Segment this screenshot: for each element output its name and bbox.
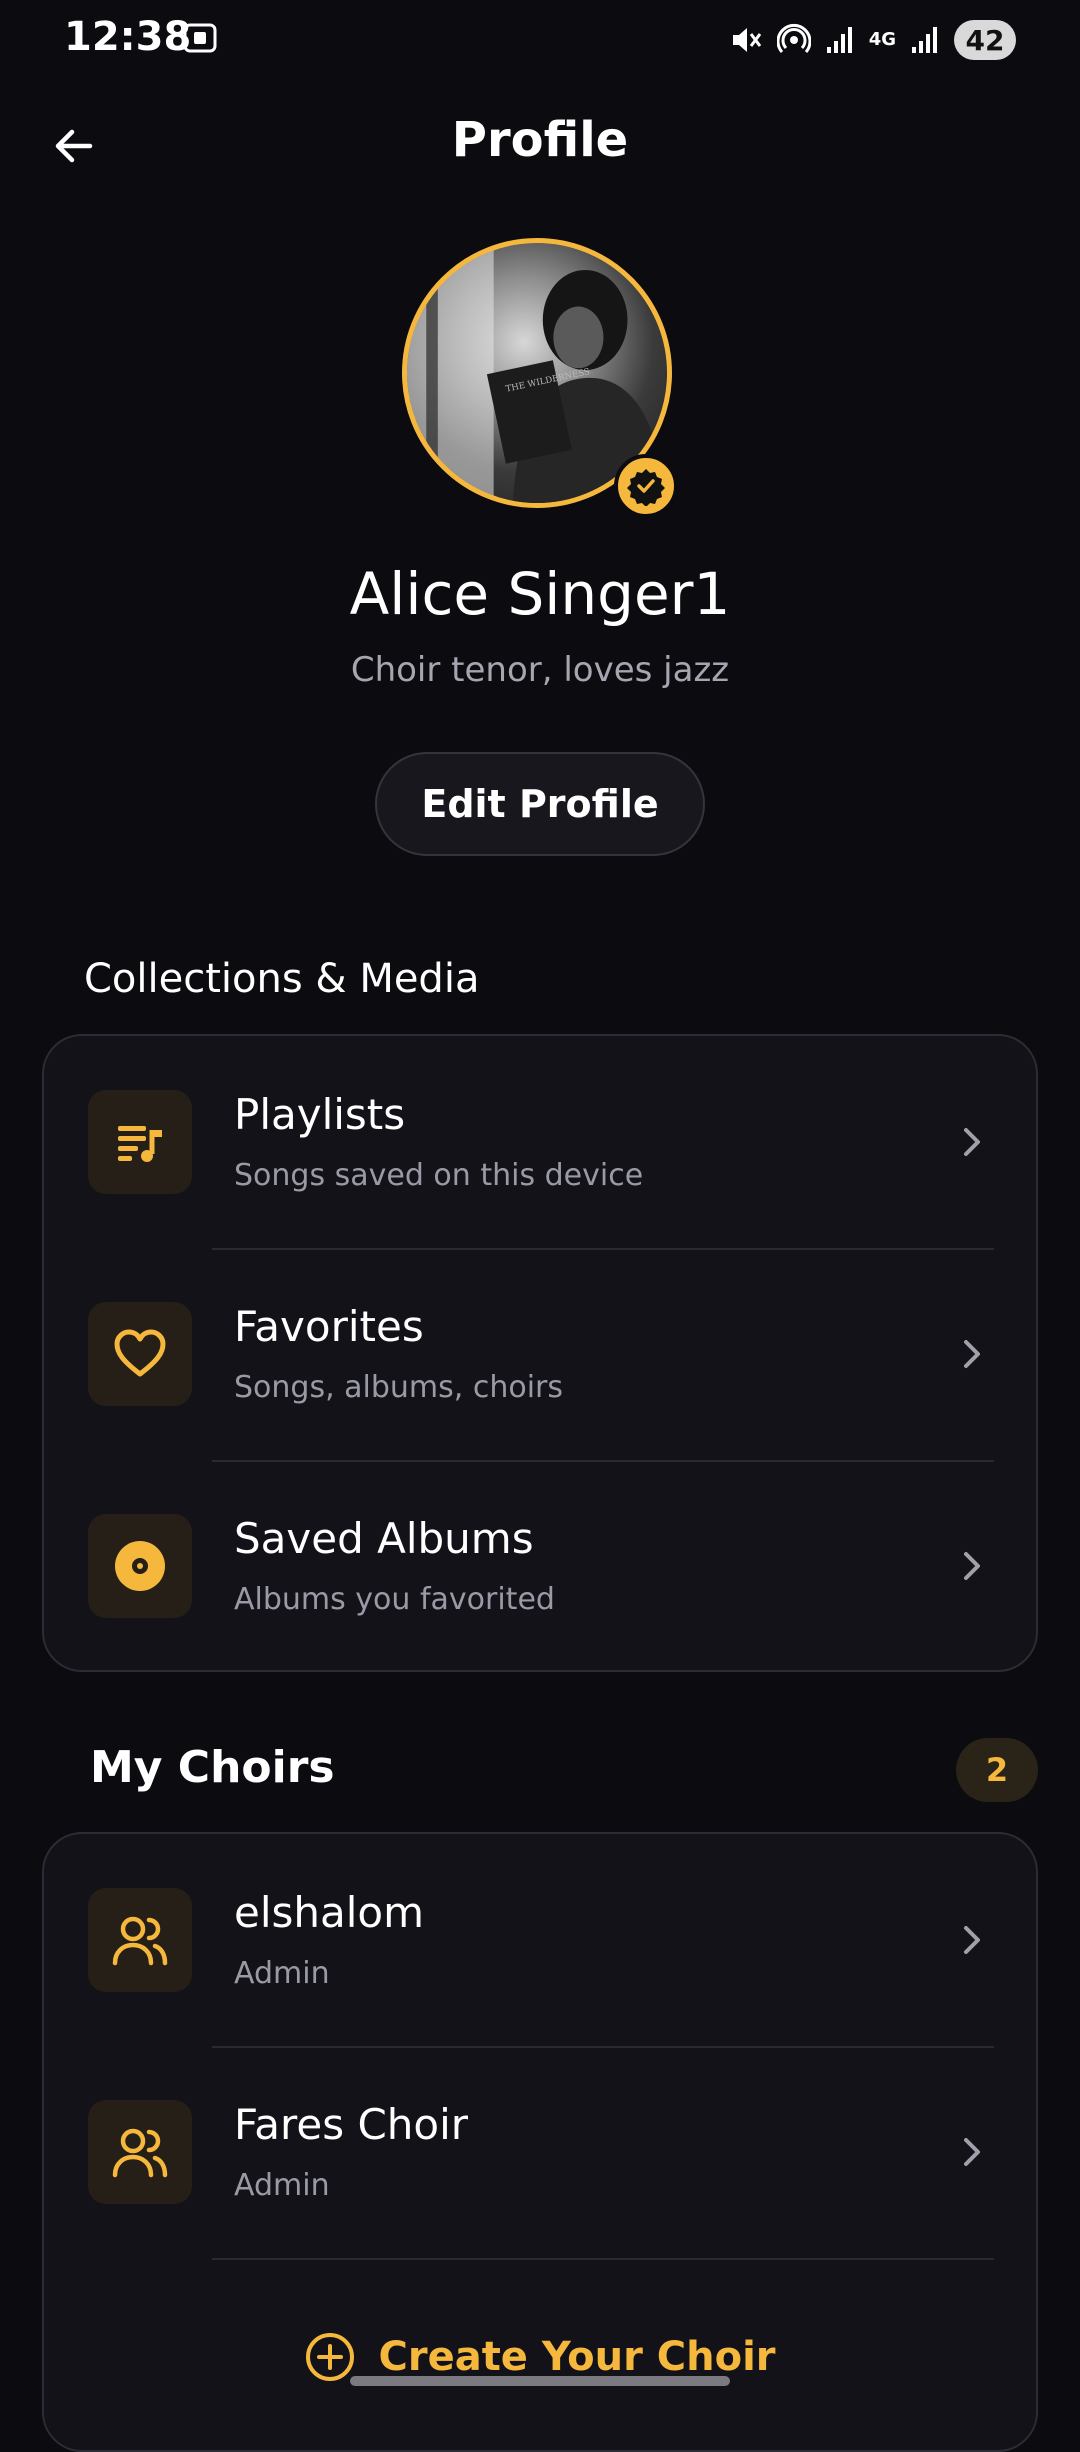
list-item-subtitle: Songs saved on this device [234,1158,644,1193]
signal-icon-2 [910,25,940,55]
chevron-right-icon [952,1120,992,1164]
user-name: Alice Singer1 [349,560,731,628]
user-bio: Choir tenor, loves jazz [350,650,730,690]
list-item-saved-albums[interactable]: Saved Albums Albums you favorited [44,1460,1036,1672]
group-icon [88,1888,192,1992]
hotspot-icon [776,23,811,57]
mute-icon [729,23,763,57]
status-bar: 12:38 4G 42 [0,0,1080,80]
list-item-favorites[interactable]: Favorites Songs, albums, choirs [44,1248,1036,1460]
collections-section-title: Collections & Media [84,956,480,1002]
chevron-right-icon [952,2130,992,2174]
list-item-subtitle: Admin [234,2168,330,2203]
list-item-choir-fares[interactable]: Fares Choir Admin [44,2046,1036,2258]
list-item-title: Fares Choir [234,2100,469,2149]
chevron-right-icon [952,1332,992,1376]
list-item-title: Saved Albums [234,1514,534,1563]
create-choir-button[interactable]: Create Your Choir [44,2312,1036,2402]
list-item-playlists[interactable]: Playlists Songs saved on this device [44,1036,1036,1248]
status-icons: 4G 42 [729,18,1016,62]
plus-circle-icon [306,2333,355,2381]
signal-icon [825,25,855,55]
collections-card: Playlists Songs saved on this device Fav… [42,1034,1038,1672]
list-item-title: Playlists [234,1090,406,1139]
screenshot-icon [182,20,218,56]
choir-count-badge: 2 [956,1738,1038,1802]
list-item-subtitle: Admin [234,1956,330,1991]
page-title: Profile [451,112,629,168]
list-item-subtitle: Albums you favorited [234,1582,555,1617]
list-item-title: Favorites [234,1302,424,1351]
group-icon [88,2100,192,2204]
album-icon [88,1514,192,1618]
list-item-subtitle: Songs, albums, choirs [234,1370,564,1405]
choirs-card: elshalom Admin Fares Choir Admin Create … [42,1832,1038,2452]
battery-indicator: 42 [954,20,1016,60]
choirs-section-title: My Choirs [90,1742,335,1793]
network-type-4g: 4G [868,29,896,50]
home-indicator[interactable] [350,2376,730,2386]
chevron-right-icon [952,1918,992,1962]
divider [212,2258,994,2260]
verified-badge-icon [614,454,678,518]
playlist-icon [88,1090,192,1194]
list-item-choir-elshalom[interactable]: elshalom Admin [44,1834,1036,2046]
list-item-title: elshalom [234,1888,425,1937]
edit-profile-button[interactable]: Edit Profile [375,752,705,856]
create-choir-label: Create Your Choir [378,2334,776,2380]
status-time: 12:38 [64,14,192,60]
heart-icon [88,1302,192,1406]
chevron-right-icon [952,1544,992,1588]
